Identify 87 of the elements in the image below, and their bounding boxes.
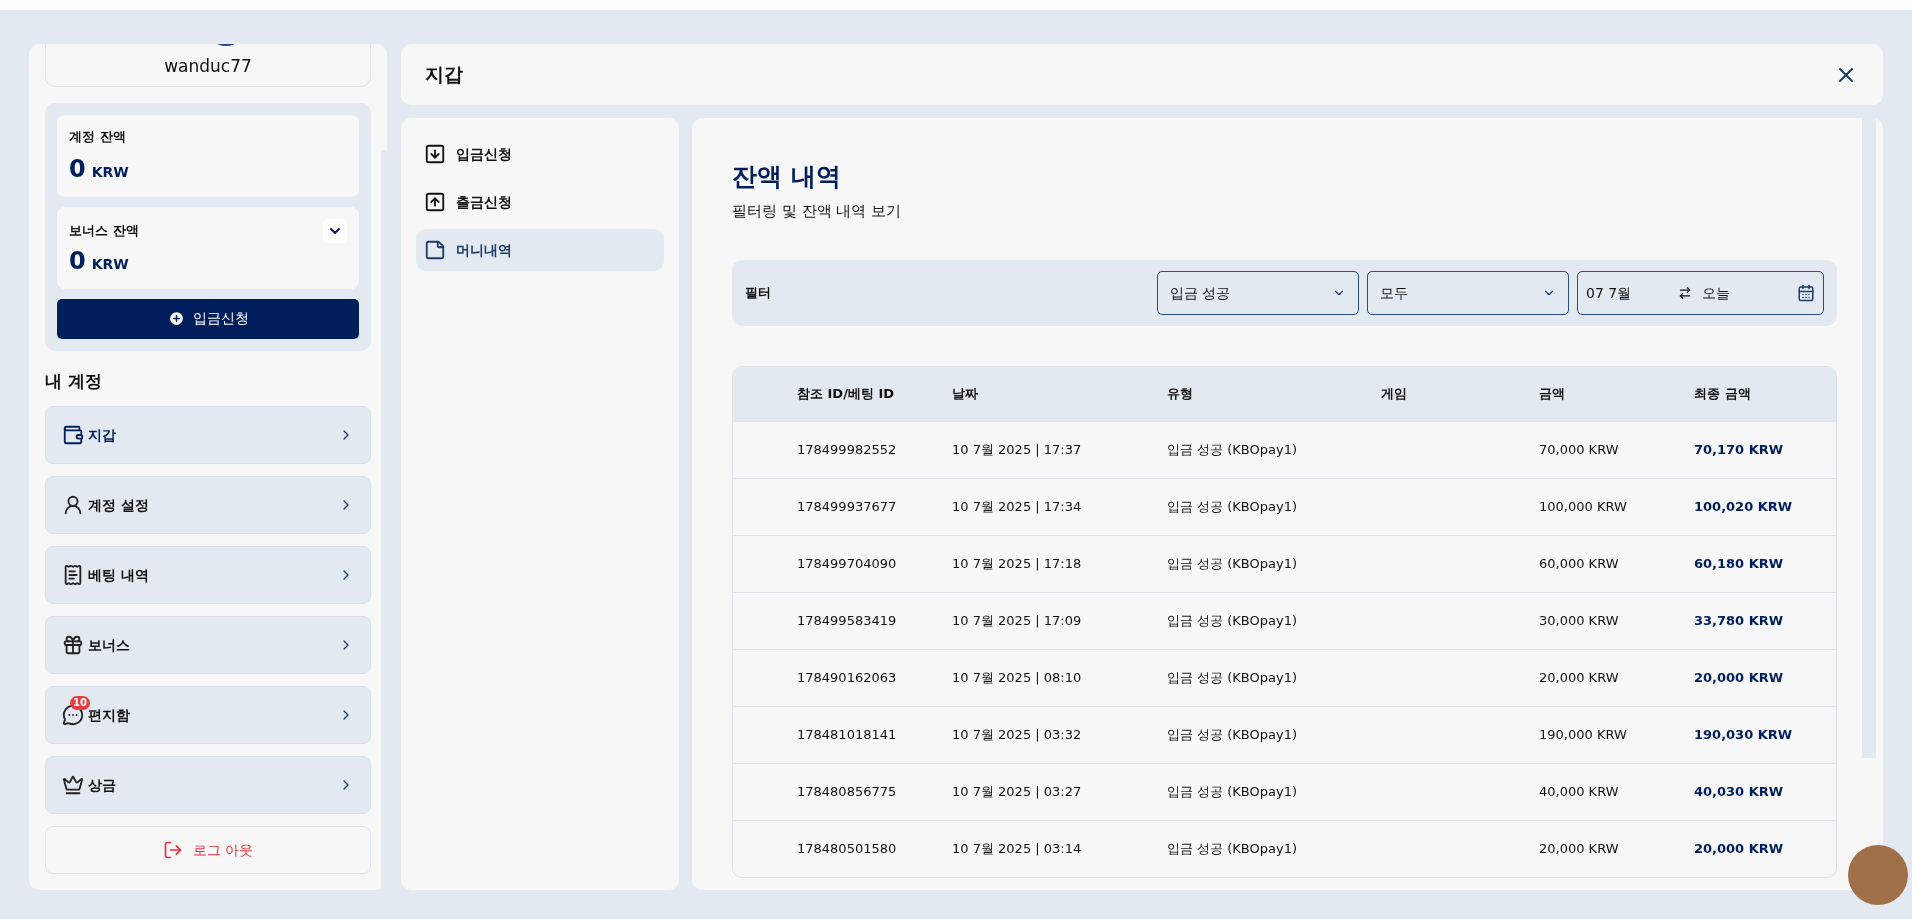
table-cell-text: 178481018141 xyxy=(797,726,898,745)
table-cell-text: 10 7월 2025 | 03:32 xyxy=(952,726,1083,745)
table-cell-text: 10 7월 2025 | 17:18 xyxy=(952,555,1083,574)
document-icon xyxy=(424,239,446,261)
user-icon xyxy=(62,494,84,517)
table-cell-text: 20,000 KRW xyxy=(1694,669,1785,688)
column-header: 참조 ID/베팅 ID xyxy=(797,385,896,404)
column-header: 최종 금액 xyxy=(1694,385,1752,404)
table-cell-text: 10 7월 2025 | 08:10 xyxy=(952,669,1083,688)
table-cell-text: 10 7월 2025 | 17:34 xyxy=(952,498,1083,517)
table-cell-text: 10 7월 2025 | 17:37 xyxy=(952,441,1083,460)
table-cell-text: 입금 성공 (KBOpay1) xyxy=(1167,555,1299,574)
table-cell-text: 입금 성공 (KBOpay1) xyxy=(1167,669,1299,688)
arrows-icon xyxy=(1678,286,1692,300)
table-cell-text: 20,000 KRW xyxy=(1539,669,1620,688)
wallet-icon xyxy=(62,424,84,447)
deposit-button[interactable]: 입금신청 xyxy=(57,298,359,339)
column-header: 금액 xyxy=(1539,385,1566,404)
table-cell-text: 40,030 KRW xyxy=(1694,783,1785,802)
table-cell-text: 178499937677 xyxy=(797,498,898,517)
gift-icon xyxy=(62,634,84,657)
table-cell-text: 입금 성공 (KBOpay1) xyxy=(1167,612,1299,631)
receipt-icon xyxy=(62,564,84,587)
wallet-nav-item[interactable]: 머니내역 xyxy=(416,229,664,271)
table-cell-text: 178499583419 xyxy=(797,612,898,631)
account-menu-item[interactable]: 보너스 xyxy=(45,616,371,675)
plus-icon xyxy=(167,310,185,328)
column-header: 날짜 xyxy=(952,385,979,404)
account-menu-item[interactable]: 상금 xyxy=(45,756,371,815)
table-cell-text: 100,020 KRW xyxy=(1694,498,1794,517)
download-icon xyxy=(424,143,446,165)
count-badge: 10 xyxy=(70,696,90,711)
table-cell-text: 178480501580 xyxy=(797,840,898,859)
table-cell-text: 10 7월 2025 | 03:27 xyxy=(952,783,1083,802)
account-menu-item[interactable]: 지갑 xyxy=(45,406,371,465)
table-cell-text: 10 7월 2025 | 03:14 xyxy=(952,840,1083,859)
section-title: 내 계정 xyxy=(45,369,103,393)
page-title: 지갑 xyxy=(425,62,463,88)
table-cell-text: 70,170 KRW xyxy=(1694,441,1785,460)
balance-label: 계정 잔액 xyxy=(69,127,126,146)
balance-currency: KRW xyxy=(91,254,129,274)
column-header: 게임 xyxy=(1381,385,1408,404)
table-cell-text: 30,000 KRW xyxy=(1539,612,1620,631)
table-cell-text: 입금 성공 (KBOpay1) xyxy=(1167,726,1299,745)
table-cell-text: 33,780 KRW xyxy=(1694,612,1785,631)
table-cell-text: 70,000 KRW xyxy=(1539,441,1620,460)
wallet-nav-item[interactable]: 입금신청 xyxy=(416,133,664,175)
balance-label: 보너스 잔액 xyxy=(69,222,139,240)
crown-icon xyxy=(62,774,84,797)
account-menu-item[interactable]: 베팅 내역 xyxy=(45,546,371,605)
table-cell-text: 100,000 KRW xyxy=(1539,498,1628,517)
table-cell-text: 입금 성공 (KBOpay1) xyxy=(1167,840,1299,859)
table-cell-text: 40,000 KRW xyxy=(1539,783,1620,802)
table-cell-text: 입금 성공 (KBOpay1) xyxy=(1167,498,1299,517)
status-select[interactable]: 모두 xyxy=(1367,271,1569,315)
table-cell-text: 60,180 KRW xyxy=(1694,555,1785,574)
table-cell-text: 10 7월 2025 | 17:09 xyxy=(952,612,1083,631)
table-cell-text: 178499704090 xyxy=(797,555,898,574)
expand-button[interactable] xyxy=(323,218,347,243)
balance-amount: 0 xyxy=(69,245,86,277)
type-select[interactable]: 입금 성공 xyxy=(1157,271,1359,315)
account-menu-item[interactable]: 계정 설정 xyxy=(45,476,371,535)
table-cell-text: 190,000 KRW xyxy=(1539,726,1628,745)
date-range-field[interactable]: 07 7월 오늘 xyxy=(1577,271,1824,315)
username: wanduc77 xyxy=(164,55,252,79)
wallet-nav-item[interactable]: 출금신청 xyxy=(416,181,664,223)
filter-label: 필터 xyxy=(745,284,772,303)
table-cell-text: 입금 성공 (KBOpay1) xyxy=(1167,783,1299,802)
table-cell-text: 190,030 KRW xyxy=(1694,726,1794,745)
table-cell-text: 178499982552 xyxy=(797,441,898,460)
column-header: 유형 xyxy=(1167,385,1194,404)
upload-icon xyxy=(424,191,446,213)
balance-amount: 0 xyxy=(69,153,86,185)
logout-button[interactable]: 로그 아웃 xyxy=(45,826,371,874)
chat-bubble-icon xyxy=(62,704,84,727)
table-cell-text: 입금 성공 (KBOpay1) xyxy=(1167,441,1299,460)
table-cell-text: 178490162063 xyxy=(797,669,898,688)
table-cell-text: 20,000 KRW xyxy=(1539,840,1620,859)
table-cell-text: 60,000 KRW xyxy=(1539,555,1620,574)
calendar-icon xyxy=(1797,284,1815,302)
logout-icon xyxy=(162,840,183,861)
table-cell-text: 178480856775 xyxy=(797,783,898,802)
balance-currency: KRW xyxy=(91,162,129,182)
account-menu-item[interactable]: 10 편지함 xyxy=(45,686,371,745)
table-cell-text: 20,000 KRW xyxy=(1694,840,1785,859)
section-subtitle: 필터링 및 잔액 내역 보기 xyxy=(732,200,903,222)
section-heading: 잔액 내역 xyxy=(732,161,842,193)
